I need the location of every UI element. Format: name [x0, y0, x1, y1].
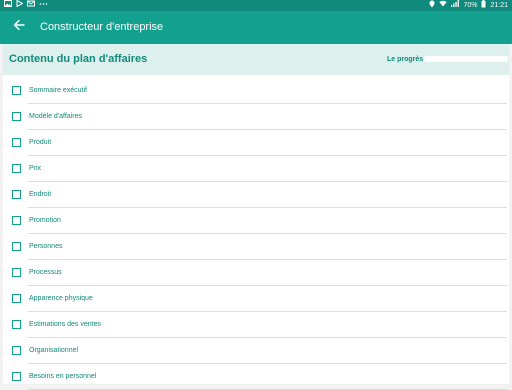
progress-label: Le progrès: [387, 56, 424, 63]
checkbox[interactable]: [12, 372, 21, 381]
checkbox[interactable]: [12, 346, 21, 355]
checkbox[interactable]: [12, 138, 21, 147]
list-item[interactable]: Apparence physique: [3, 286, 509, 312]
list-item[interactable]: Estimations des ventes: [3, 312, 509, 338]
more-icon: [39, 0, 48, 11]
list-item[interactable]: Promotion: [3, 208, 509, 234]
section-list: Sommaire exécutif Modèle d'affaires Prod…: [3, 78, 509, 390]
app-bar: Constructeur d'entreprise: [0, 11, 512, 44]
checkbox[interactable]: [12, 216, 21, 225]
list-item[interactable]: Modèle d'affaires: [3, 104, 509, 130]
list-item-label: Sommaire exécutif: [29, 87, 87, 94]
status-bar: 70% 21:21: [0, 0, 512, 11]
list-item-label: Personnes: [29, 243, 63, 250]
list-item-label: Promotion: [29, 217, 61, 224]
list-item[interactable]: Sommaire exécutif: [3, 78, 509, 104]
list-item[interactable]: Personnes: [3, 234, 509, 260]
checkbox[interactable]: [12, 190, 21, 199]
list-item[interactable]: Besoins en personnel: [3, 364, 509, 390]
checkbox[interactable]: [12, 320, 21, 329]
checkbox[interactable]: [12, 112, 21, 121]
checkbox[interactable]: [12, 86, 21, 95]
list-item-label: Produit: [29, 139, 52, 146]
list-item[interactable]: Prix: [3, 156, 509, 182]
list-item[interactable]: Endroit: [3, 182, 509, 208]
list-item-label: Besoins en personnel: [29, 373, 97, 380]
back-button[interactable]: [11, 19, 27, 35]
list-item-label: Prix: [29, 165, 42, 172]
arrow-left-icon: [13, 18, 25, 36]
list-item[interactable]: Organisationnel: [3, 338, 509, 364]
status-bar-notifications: [4, 0, 48, 11]
checkbox[interactable]: [12, 242, 21, 251]
list-item[interactable]: Processus: [3, 260, 509, 286]
image-icon: [4, 0, 12, 11]
battery-percent: 70%: [463, 2, 478, 9]
app-title: Constructeur d'entreprise: [40, 21, 164, 33]
checkbox[interactable]: [12, 268, 21, 277]
signal-icon: [451, 0, 460, 11]
list-item-label: Processus: [29, 269, 62, 276]
list-item-label: Modèle d'affaires: [29, 113, 82, 120]
status-bar-system: 70% 21:21: [429, 0, 508, 11]
checkbox[interactable]: [12, 294, 21, 303]
location-icon: [429, 0, 435, 12]
checkbox[interactable]: [12, 164, 21, 173]
panel-header: Contenu du plan d'affaires Le progrès: [3, 44, 509, 75]
list-item-label: Organisationnel: [29, 347, 79, 354]
progress-bar: [424, 56, 508, 62]
business-plan-panel: Contenu du plan d'affaires Le progrès So…: [3, 44, 509, 390]
clock: 21:21: [490, 2, 508, 9]
battery-icon: [481, 0, 486, 12]
list-item-label: Estimations des ventes: [29, 321, 101, 328]
panel-title: Contenu du plan d'affaires: [9, 53, 148, 65]
mail-icon: [27, 0, 35, 11]
list-item-label: Endroit: [29, 191, 52, 198]
list-item[interactable]: Produit: [3, 130, 509, 156]
play-store-icon: [16, 0, 24, 11]
wifi-icon: [439, 0, 448, 11]
list-item-label: Apparence physique: [29, 295, 93, 302]
